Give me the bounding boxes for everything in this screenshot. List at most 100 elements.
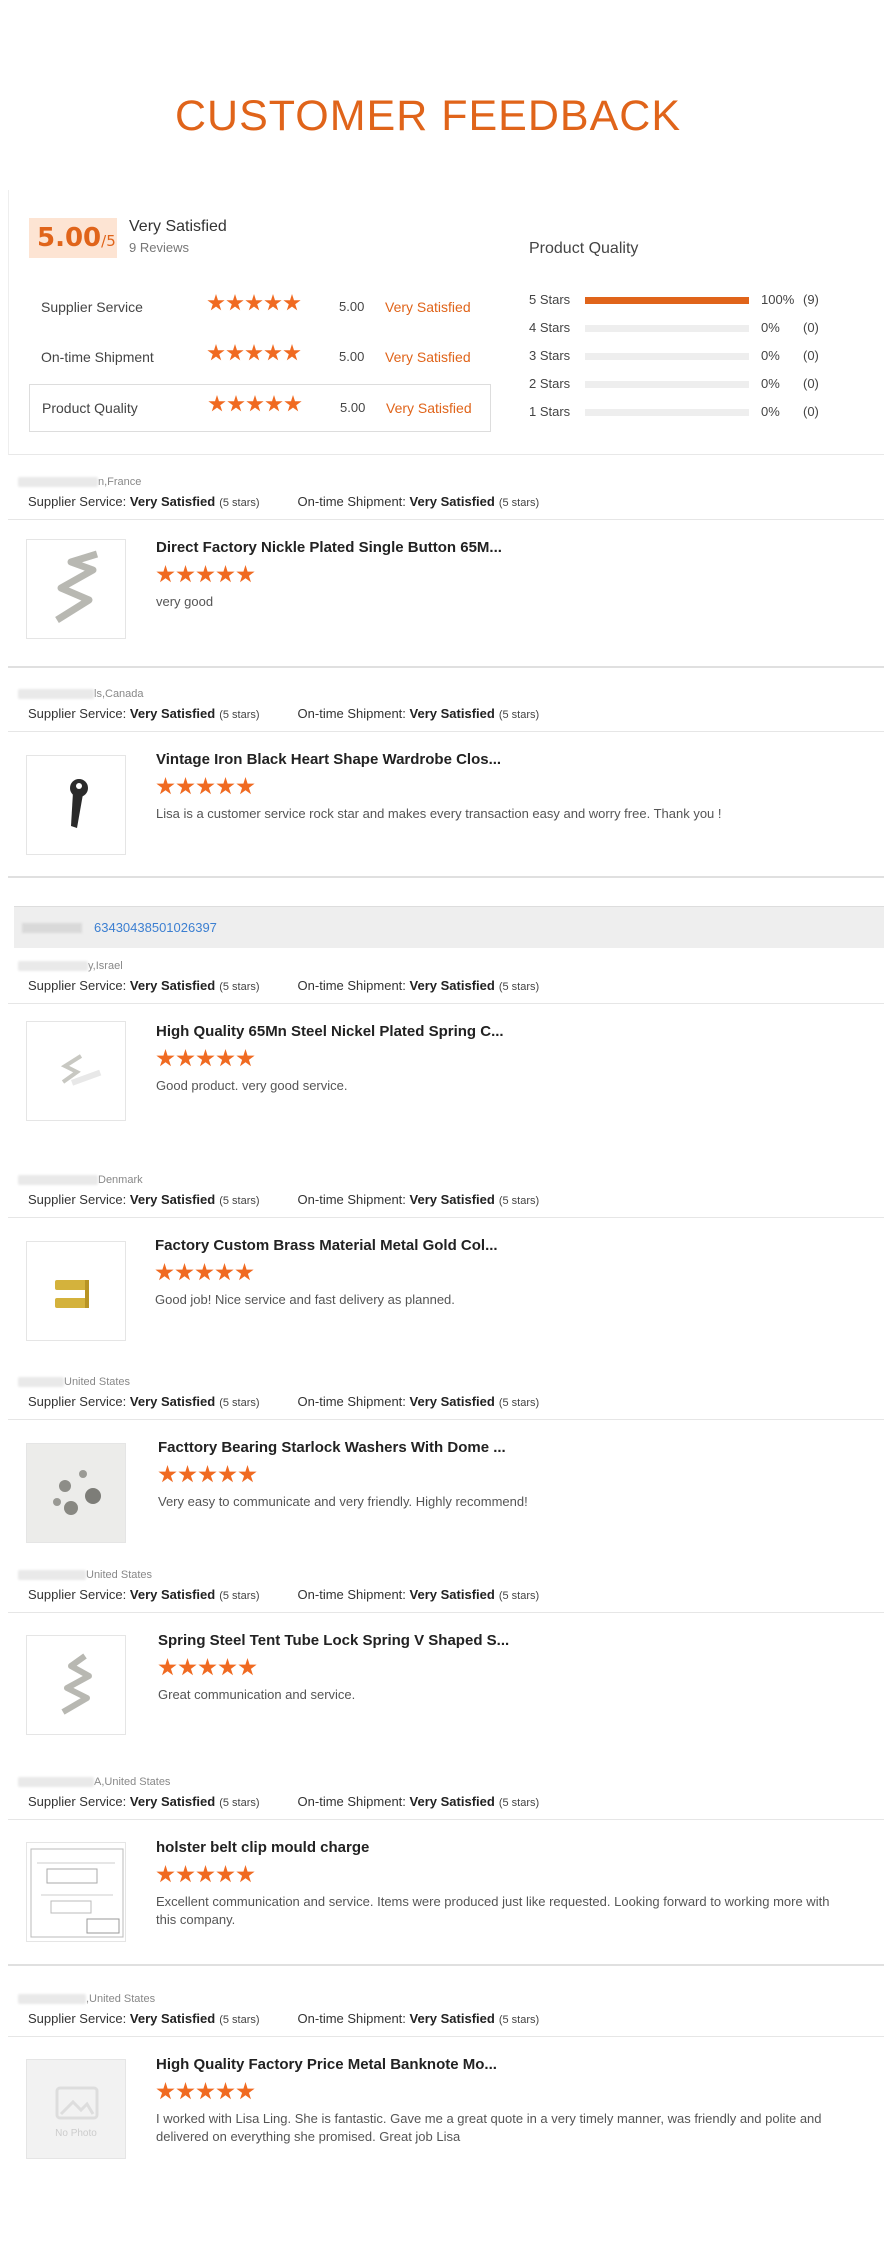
supplier-service-stars: (5 stars) [219, 1397, 260, 1409]
star-icon [158, 1465, 177, 1483]
ontime-shipment-label: On-time Shipment: [297, 978, 406, 993]
product-title-link[interactable]: High Quality Factory Price Metal Banknot… [156, 2056, 497, 2073]
star-rating [207, 294, 302, 317]
review-item: Denmark Supplier Service: Very Satisfied(… [8, 1174, 884, 1374]
ontime-shipment-value: Very Satisfied [409, 1394, 495, 1409]
star-icon [216, 1865, 235, 1883]
review-ratings-line: Supplier Service: Very Satisfied (5 stars… [28, 1794, 539, 1809]
star-icon [236, 1049, 255, 1067]
order-bar: 63430438501026397 [14, 906, 884, 948]
product-title-link[interactable]: Vintage Iron Black Heart Shape Wardrobe … [156, 751, 501, 768]
review-buyer: y,Israel [18, 960, 123, 972]
ontime-shipment-stars: (5 stars) [498, 1590, 540, 1602]
supplier-service-value: Very Satisfied [129, 494, 216, 509]
distribution-row: 1 Stars 0% (0) [529, 402, 849, 422]
review-divider [8, 1003, 884, 1004]
supplier-service-value: Very Satisfied [129, 1587, 216, 1602]
star-icon [264, 294, 282, 311]
review-star-rating [156, 1049, 256, 1073]
star-icon [283, 294, 301, 311]
rating-row-product-quality[interactable]: Product Quality 5.00 Very Satisfied [29, 384, 491, 432]
order-number-link[interactable]: 63430438501026397 [94, 920, 217, 935]
distribution-count: (0) [803, 376, 819, 391]
product-thumbnail[interactable] [26, 1443, 126, 1543]
review-bottom-border [8, 1964, 884, 1966]
star-icon [264, 344, 282, 361]
supplier-service-stars: (5 stars) [219, 1590, 260, 1602]
product-thumbnail[interactable] [26, 1842, 126, 1942]
star-icon [236, 777, 255, 795]
overall-label: Very Satisfied [129, 218, 227, 235]
supplier-service-value: Very Satisfied [129, 2011, 216, 2026]
product-thumbnail[interactable] [26, 755, 126, 855]
star-icon [216, 2082, 235, 2100]
star-icon [207, 294, 225, 311]
blurred-buyer-name [18, 1570, 86, 1581]
star-icon [155, 1263, 174, 1281]
product-title-link[interactable]: holster belt clip mould charge [156, 1839, 369, 1856]
review-comment: Excellent communication and service. Ite… [156, 1894, 830, 1927]
distribution-count: (0) [803, 320, 819, 335]
review-comment: I worked with Lisa Ling. She is fantasti… [156, 2111, 822, 2144]
score-suffix: /5 [101, 232, 116, 250]
star-icon [265, 395, 283, 412]
star-icon [226, 344, 244, 361]
distribution-bar [585, 297, 749, 304]
review-item: A,United States Supplier Service: Very Sa… [8, 1776, 884, 1976]
star-icon [238, 1658, 257, 1676]
star-icon [178, 1658, 197, 1676]
blurred-order-label [22, 923, 82, 933]
product-title-link[interactable]: Factory Custom Brass Material Metal Gold… [155, 1237, 498, 1254]
distribution-count: (9) [803, 292, 819, 307]
ontime-shipment-value: Very Satisfied [409, 978, 495, 993]
product-thumbnail[interactable] [26, 1635, 126, 1735]
star-icon [176, 2082, 195, 2100]
star-icon [196, 565, 215, 583]
blurred-buyer-name [18, 1377, 64, 1388]
review-buyer: ,United States [18, 1993, 155, 2005]
review-star-rating [156, 565, 256, 589]
review-star-rating [156, 2082, 256, 2106]
star-icon [218, 1465, 237, 1483]
star-icon [245, 294, 263, 311]
overall-score-badge: 5.00/5 [29, 218, 117, 258]
star-icon [156, 1049, 175, 1067]
distribution-row: 2 Stars 0% (0) [529, 374, 849, 394]
product-title-link[interactable]: Facttory Bearing Starlock Washers With D… [158, 1439, 506, 1456]
no-photo-placeholder: No Photo [27, 2060, 125, 2158]
distribution-percent: 0% [761, 404, 780, 419]
product-title-link[interactable]: Spring Steel Tent Tube Lock Spring V Sha… [158, 1632, 509, 1649]
star-icon [196, 777, 215, 795]
product-thumbnail[interactable] [26, 1241, 126, 1341]
product-thumbnail[interactable]: No Photo [26, 2059, 126, 2159]
blurred-buyer-name [18, 477, 98, 488]
review-ratings-line: Supplier Service: Very Satisfied (5 stars… [28, 1394, 539, 1409]
star-icon [227, 395, 245, 412]
star-icon [176, 1865, 195, 1883]
distribution-row: 5 Stars 100% (9) [529, 290, 849, 310]
ontime-shipment-value: Very Satisfied [409, 1587, 495, 1602]
product-title-link[interactable]: High Quality 65Mn Steel Nickel Plated Sp… [156, 1023, 504, 1040]
star-icon [208, 395, 226, 412]
page-title: CUSTOMER FEEDBACK [175, 92, 681, 140]
rating-row-score: 5.00 [339, 299, 365, 314]
ontime-shipment-label: On-time Shipment: [297, 706, 406, 721]
star-icon [246, 395, 264, 412]
ontime-shipment-stars: (5 stars) [498, 2014, 540, 2026]
buyer-location: ls,Canada [94, 688, 144, 700]
review-item: United States Supplier Service: Very Sati… [8, 1376, 884, 1576]
supplier-service-value: Very Satisfied [129, 1394, 216, 1409]
blurred-buyer-name [18, 1994, 86, 2005]
product-thumbnail[interactable] [26, 1021, 126, 1121]
no-photo-label: No Photo [55, 2128, 97, 2139]
supplier-service-stars: (5 stars) [219, 1797, 260, 1809]
buyer-location: y,Israel [88, 960, 123, 972]
review-star-rating [155, 1263, 255, 1287]
product-thumbnail[interactable] [26, 539, 126, 639]
review-star-rating [156, 777, 256, 801]
rating-row-text: Very Satisfied [385, 349, 471, 365]
product-title-link[interactable]: Direct Factory Nickle Plated Single Butt… [156, 539, 502, 556]
rating-row-label: On-time Shipment [41, 349, 154, 365]
star-icon [196, 1865, 215, 1883]
distribution-bar [585, 381, 749, 388]
